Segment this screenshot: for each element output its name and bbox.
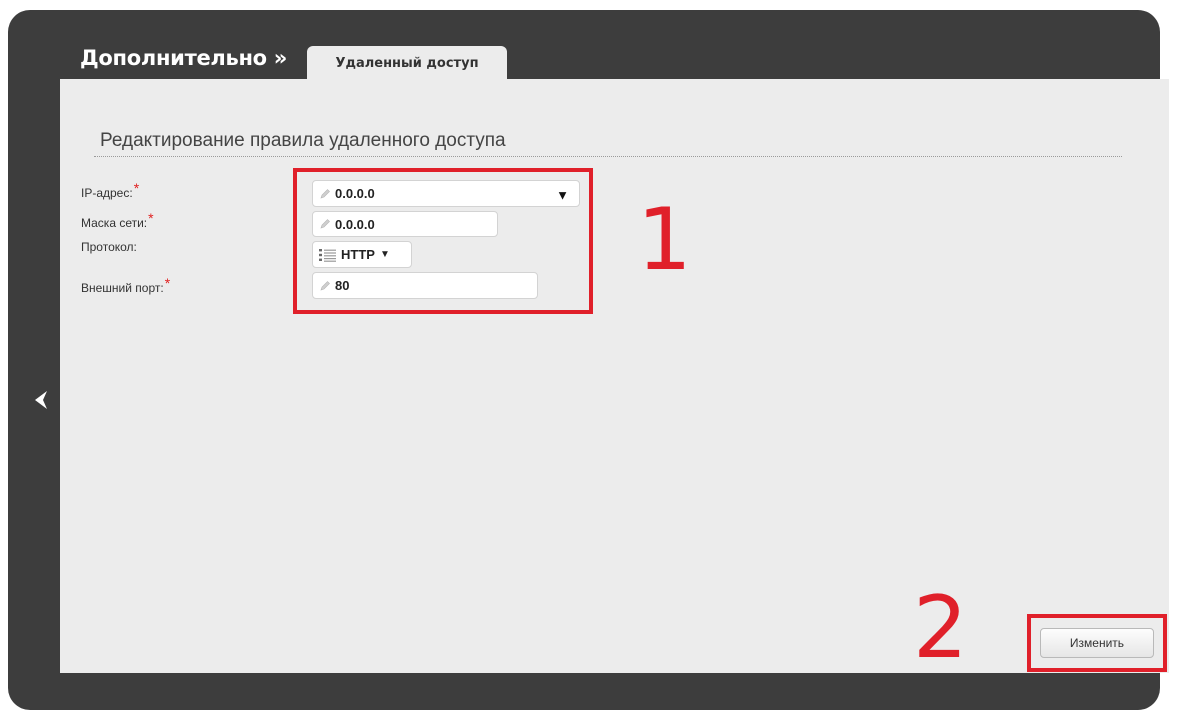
content-panel: [60, 79, 1169, 673]
required-mark: *: [164, 275, 171, 291]
protocol-label: Протокол:: [81, 240, 137, 254]
divider: [94, 156, 1122, 157]
section-title: Редактирование правила удаленного доступ…: [100, 130, 506, 151]
annotation-number-1: 1: [637, 190, 692, 290]
save-button[interactable]: Изменить: [1040, 628, 1154, 658]
breadcrumb[interactable]: Дополнительно »: [80, 46, 287, 70]
required-mark: *: [148, 210, 154, 226]
external-port-label: Внешний порт:*: [81, 275, 171, 295]
annotation-box-1: [293, 168, 593, 314]
ip-address-label: IP-адрес:*: [81, 180, 140, 200]
back-arrow-icon[interactable]: [28, 386, 56, 414]
netmask-label: Маска сети:*: [81, 210, 154, 230]
annotation-number-2: 2: [913, 578, 968, 678]
required-mark: *: [133, 180, 140, 196]
